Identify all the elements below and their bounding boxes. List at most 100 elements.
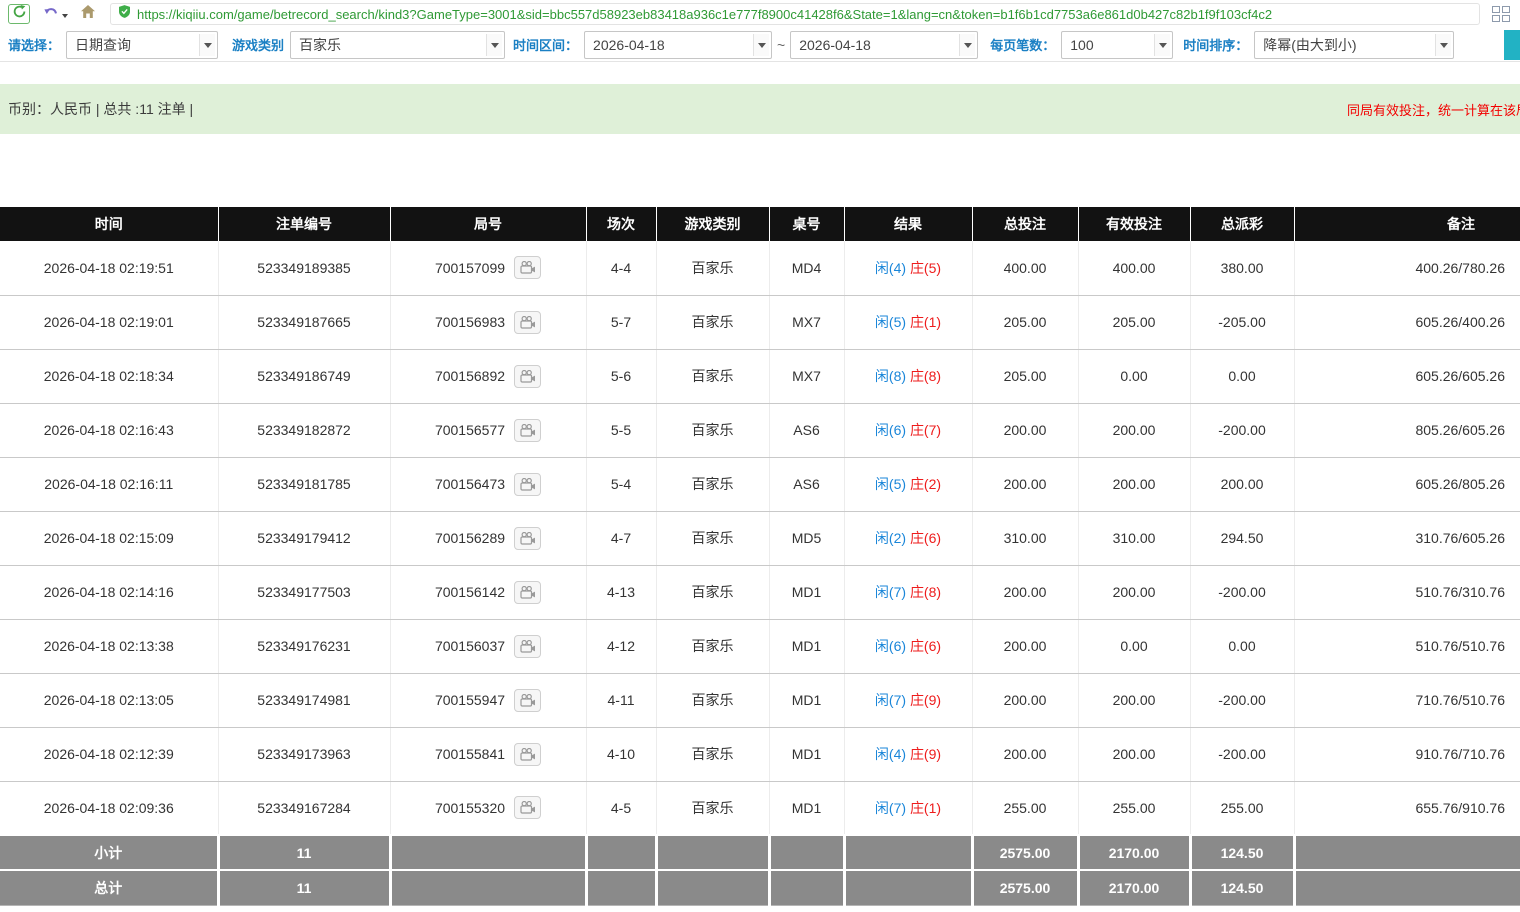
undo-dropdown-caret <box>62 14 68 21</box>
undo-button[interactable] <box>44 5 68 23</box>
search-button[interactable]: 查询 <box>1504 30 1520 60</box>
column-header-7: 结果 <box>844 207 972 241</box>
footer-empty-cell <box>769 870 844 905</box>
home-button[interactable] <box>80 4 96 24</box>
column-header-1: 时间 <box>0 207 218 241</box>
cell-payout: -200.00 <box>1190 673 1294 727</box>
filter-bar: 请选择： 日期查询 游戏类别 百家乐 时间区间： 2026-04-18 ~ 20… <box>0 28 1520 62</box>
column-header-6: 桌号 <box>769 207 844 241</box>
cell-payout: -200.00 <box>1190 727 1294 781</box>
replay-icon[interactable] <box>514 473 541 496</box>
cell-total-bet: 200.00 <box>972 619 1078 673</box>
security-shield-icon[interactable] <box>119 5 130 23</box>
replay-icon[interactable] <box>514 796 541 819</box>
cell-time: 2026-04-18 02:16:43 <box>0 403 218 457</box>
header-row: 时间注单编号局号场次游戏类别桌号结果总投注有效投注总派彩备注 <box>0 207 1520 241</box>
cell-game-type: 百家乐 <box>656 295 769 349</box>
total-label: 总计 <box>0 870 218 905</box>
cell-result: 闲(7) 庄(8) <box>844 565 972 619</box>
footer-empty-cell <box>390 870 586 905</box>
bet-records-table: 时间注单编号局号场次游戏类别桌号结果总投注有效投注总派彩备注 2026-04-1… <box>0 207 1520 906</box>
result-banker: 庄(1) <box>910 314 941 330</box>
cell-game-type: 百家乐 <box>656 565 769 619</box>
table-row: 2026-04-18 02:19:51523349189385700157099… <box>0 241 1520 295</box>
time-sort-dropdown[interactable]: 降幂(由大到小) <box>1254 31 1454 59</box>
total-count: 11 <box>218 870 390 905</box>
cell-valid-bet: 200.00 <box>1078 403 1190 457</box>
result-banker: 庄(8) <box>910 368 941 384</box>
replay-icon[interactable] <box>514 365 541 388</box>
records-body: 2026-04-18 02:19:51523349189385700157099… <box>0 241 1520 835</box>
table-row: 2026-04-18 02:19:01523349187665700156983… <box>0 295 1520 349</box>
chevron-down-icon[interactable] <box>959 34 975 56</box>
cell-valid-bet: 255.00 <box>1078 781 1190 835</box>
cell-total-bet: 200.00 <box>972 403 1078 457</box>
page-size-dropdown[interactable]: 100 <box>1061 31 1173 59</box>
footer-empty-cell <box>656 870 769 905</box>
total-row: 总计 11 2575.00 2170.00 124.50 <box>0 870 1520 905</box>
replay-icon[interactable] <box>514 311 541 334</box>
cell-payout: 200.00 <box>1190 457 1294 511</box>
footer-empty-cell <box>586 870 656 905</box>
total-payout: 124.50 <box>1190 870 1294 905</box>
replay-icon[interactable] <box>514 581 541 604</box>
address-bar[interactable]: https://kiqiiu.com/game/betrecord_search… <box>110 3 1480 25</box>
cell-bet-id: 523349177503 <box>218 565 390 619</box>
cell-result: 闲(5) 庄(2) <box>844 457 972 511</box>
cell-bet-id: 523349167284 <box>218 781 390 835</box>
table-row: 2026-04-18 02:12:39523349173963700155841… <box>0 727 1520 781</box>
cell-valid-bet: 200.00 <box>1078 727 1190 781</box>
round-number: 700156892 <box>435 368 505 384</box>
column-header-4: 场次 <box>586 207 656 241</box>
cell-payout: -200.00 <box>1190 403 1294 457</box>
cell-session: 5-6 <box>586 349 656 403</box>
table-row: 2026-04-18 02:14:16523349177503700156142… <box>0 565 1520 619</box>
cell-game-type: 百家乐 <box>656 781 769 835</box>
chevron-down-icon[interactable] <box>753 34 769 56</box>
time-range-label: 时间区间： <box>513 35 578 54</box>
replay-icon[interactable] <box>514 419 541 442</box>
date-from-picker[interactable]: 2026-04-18 <box>584 31 772 59</box>
cell-round: 700155841 <box>390 727 586 781</box>
round-number: 700157099 <box>435 260 505 276</box>
cell-table-no: MD5 <box>769 511 844 565</box>
browser-extension-icon[interactable] <box>1492 6 1510 22</box>
cell-total-bet: 205.00 <box>972 349 1078 403</box>
cell-table-no: AS6 <box>769 457 844 511</box>
footer-empty-cell <box>844 870 972 905</box>
cell-payout: 294.50 <box>1190 511 1294 565</box>
time-sort-label: 时间排序： <box>1183 35 1248 54</box>
cell-game-type: 百家乐 <box>656 457 769 511</box>
cell-time: 2026-04-18 02:13:05 <box>0 673 218 727</box>
cell-time: 2026-04-18 02:12:39 <box>0 727 218 781</box>
date-to-picker[interactable]: 2026-04-18 <box>790 31 978 59</box>
cell-result: 闲(6) 庄(7) <box>844 403 972 457</box>
cell-remark: 605.26/805.26 <box>1294 457 1520 511</box>
cell-game-type: 百家乐 <box>656 349 769 403</box>
replay-icon[interactable] <box>514 635 541 658</box>
replay-icon[interactable] <box>514 743 541 766</box>
chevron-down-icon[interactable] <box>199 34 215 56</box>
table-row: 2026-04-18 02:18:34523349186749700156892… <box>0 349 1520 403</box>
cell-total-bet: 200.00 <box>972 673 1078 727</box>
cell-total-bet: 200.00 <box>972 565 1078 619</box>
refresh-button[interactable] <box>8 4 30 24</box>
cell-game-type: 百家乐 <box>656 511 769 565</box>
replay-icon[interactable] <box>514 689 541 712</box>
game-type-dropdown[interactable]: 百家乐 <box>290 31 505 59</box>
replay-icon[interactable] <box>514 256 541 279</box>
cell-remark: 310.76/605.26 <box>1294 511 1520 565</box>
chevron-down-icon[interactable] <box>1435 34 1451 56</box>
result-player: 闲(5) <box>875 476 906 492</box>
chevron-down-icon[interactable] <box>1154 34 1170 56</box>
result-banker: 庄(9) <box>910 746 941 762</box>
footer-empty-cell <box>844 835 972 870</box>
chevron-down-icon[interactable] <box>486 34 502 56</box>
result-player: 闲(8) <box>875 368 906 384</box>
browser-chrome: https://kiqiiu.com/game/betrecord_search… <box>0 0 1520 28</box>
subtotal-total-bet: 2575.00 <box>972 835 1078 870</box>
footer-empty-cell <box>1294 835 1520 870</box>
total-valid-bet: 2170.00 <box>1078 870 1190 905</box>
query-type-dropdown[interactable]: 日期查询 <box>66 31 218 59</box>
replay-icon[interactable] <box>514 527 541 550</box>
